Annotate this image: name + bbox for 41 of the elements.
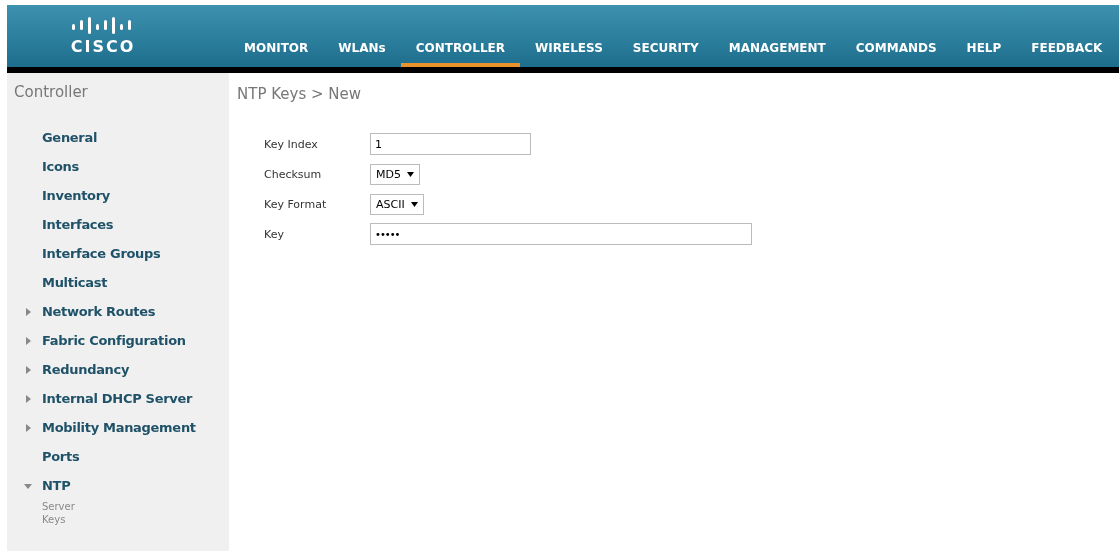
- sidebar-item[interactable]: Internal DHCP Server: [42, 391, 193, 406]
- nav-tab[interactable]: MANAGEMENT: [713, 41, 841, 67]
- field-label: Key: [264, 227, 285, 241]
- caret-right-icon[interactable]: [24, 394, 32, 403]
- sidebar-item[interactable]: Interface Groups: [42, 246, 161, 261]
- input-field[interactable]: 1: [370, 133, 531, 155]
- nav-tab[interactable]: SECURITY: [617, 41, 714, 67]
- sidebar-item[interactable]: Ports: [42, 449, 80, 464]
- nav-tab[interactable]: CONTROLLER: [400, 41, 521, 67]
- sidebar-item[interactable]: Icons: [42, 159, 79, 174]
- sidebar-item[interactable]: Redundancy: [42, 362, 130, 377]
- caret-right-icon[interactable]: [24, 423, 32, 432]
- sidebar-item[interactable]: NTP: [42, 478, 71, 493]
- sidebar-item[interactable]: Multicast: [42, 275, 108, 290]
- page-title: NTP Keys > New: [237, 85, 363, 103]
- dropdown-arrow-icon: [410, 201, 418, 207]
- field-label: Key Format: [264, 197, 328, 211]
- caret-down-icon[interactable]: [24, 481, 32, 490]
- dropdown[interactable]: ASCII: [370, 193, 424, 215]
- logo-wordmark: CISCO: [70, 37, 136, 56]
- nav-tab[interactable]: HELP: [951, 41, 1017, 67]
- sidebar-item[interactable]: Mobility Management: [42, 420, 196, 435]
- sidebar-item[interactable]: Interfaces: [42, 217, 114, 232]
- field-label: Checksum: [264, 167, 323, 181]
- caret-right-icon[interactable]: [24, 365, 32, 374]
- caret-right-icon[interactable]: [24, 336, 32, 345]
- nav-tab[interactable]: COMMANDS: [840, 41, 952, 67]
- field-label: Key Index: [264, 137, 319, 151]
- sidebar-item[interactable]: Fabric Configuration: [42, 333, 186, 348]
- password-field[interactable]: •••••: [370, 223, 752, 245]
- nav-tab[interactable]: FEEDBACK: [1016, 41, 1118, 67]
- sidebar-title: Controller: [14, 83, 89, 101]
- dropdown-arrow-icon: [406, 171, 414, 177]
- caret-right-icon[interactable]: [24, 307, 32, 316]
- nav-tab[interactable]: WIRELESS: [520, 41, 618, 67]
- sidebar-item[interactable]: General: [42, 130, 98, 145]
- nav-tab[interactable]: MONITOR: [229, 41, 324, 67]
- sidebar-item[interactable]: Network Routes: [42, 304, 156, 319]
- nav-tab[interactable]: WLANs: [323, 41, 401, 67]
- sidebar-item[interactable]: Inventory: [42, 188, 110, 203]
- dropdown[interactable]: MD5: [370, 163, 420, 185]
